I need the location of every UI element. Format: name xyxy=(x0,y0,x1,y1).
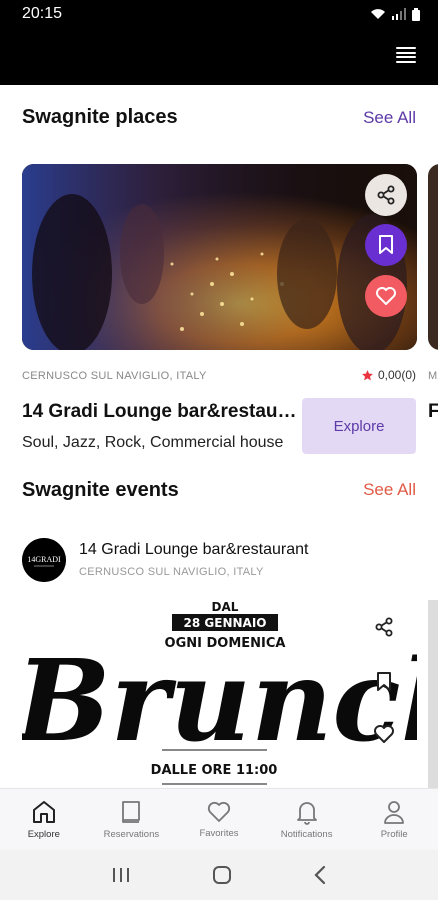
nav-favorites[interactable]: Favorites xyxy=(175,789,263,850)
next-event-poster[interactable] xyxy=(428,600,438,788)
nav-favorites-label: Favorites xyxy=(199,828,239,839)
places-section-title: Swagnite places xyxy=(22,106,178,128)
nav-reservations-label: Reservations xyxy=(103,829,160,840)
nav-explore[interactable]: Explore xyxy=(0,789,88,850)
heart-icon xyxy=(207,801,231,822)
poster-time: DALLE ORE 11:00 xyxy=(151,763,278,778)
share-icon xyxy=(375,617,393,637)
signal-icon xyxy=(392,8,406,20)
place-location: CERNUSCO SUL NAVIGLIO, ITALY xyxy=(22,370,207,382)
heart-icon xyxy=(374,725,394,743)
menu-line xyxy=(396,47,416,49)
bottom-navigation: Explore Reservations Favorites Notificat… xyxy=(0,788,438,850)
place-name[interactable]: 14 Gradi Lounge bar&restaurant xyxy=(22,401,302,423)
recent-apps-icon[interactable] xyxy=(111,866,131,884)
event-bookmark-button[interactable] xyxy=(367,665,401,699)
nav-profile-label: Profile xyxy=(380,829,408,840)
bookmark-icon xyxy=(379,235,393,254)
menu-line xyxy=(396,56,416,59)
heart-icon xyxy=(376,287,396,305)
party-photo xyxy=(22,164,417,350)
venue-avatar[interactable]: 14GRADI xyxy=(22,538,66,582)
status-time: 20:15 xyxy=(22,5,63,22)
favorite-button[interactable] xyxy=(365,275,407,317)
poster-headline: Brunch xyxy=(22,636,417,767)
poster-date: 28 GENNAIO xyxy=(184,616,267,630)
user-icon xyxy=(384,801,405,824)
explore-button[interactable]: Explore xyxy=(302,398,416,454)
next-place-card-image[interactable] xyxy=(428,164,438,350)
venue-logo: 14GRADI xyxy=(22,538,66,582)
next-place-name[interactable]: F xyxy=(428,401,438,423)
events-section-title: Swagnite events xyxy=(22,479,179,501)
nav-explore-label: Explore xyxy=(27,829,60,840)
bell-icon xyxy=(296,802,317,825)
brunch-poster: DAL 28 GENNAIO OGNI DOMENICA Brunch DALL… xyxy=(22,600,417,788)
nav-profile[interactable]: Profile xyxy=(350,789,438,850)
back-icon[interactable] xyxy=(313,865,327,885)
menu-line xyxy=(396,60,416,63)
app-top-bar xyxy=(0,28,438,85)
event-poster[interactable]: DAL 28 GENNAIO OGNI DOMENICA Brunch DALL… xyxy=(22,600,417,788)
place-rating: 0,00(0) xyxy=(361,368,416,382)
svg-text:14GRADI: 14GRADI xyxy=(27,555,61,564)
share-button[interactable] xyxy=(365,174,407,216)
status-icons xyxy=(370,7,420,21)
events-see-all-link[interactable]: See All xyxy=(363,480,416,500)
place-card-image[interactable] xyxy=(22,164,417,350)
event-favorite-button[interactable] xyxy=(367,717,401,751)
status-bar: 20:15 xyxy=(0,0,438,28)
home-button-icon[interactable] xyxy=(212,865,232,885)
menu-line xyxy=(396,51,416,54)
system-navigation-bar xyxy=(0,850,438,900)
book-icon xyxy=(122,801,141,823)
wifi-icon xyxy=(371,9,385,19)
nav-notifications[interactable]: Notifications xyxy=(263,789,351,850)
places-see-all-link[interactable]: See All xyxy=(363,108,416,128)
star-icon xyxy=(362,369,373,380)
event-venue-location: CERNUSCO SUL NAVIGLIO, ITALY xyxy=(79,566,264,578)
battery-icon xyxy=(412,7,420,21)
event-share-button[interactable] xyxy=(367,610,401,644)
menu-icon[interactable] xyxy=(396,47,416,63)
home-icon xyxy=(32,801,55,823)
place-genres: Soul, Jazz, Rock, Commercial house xyxy=(22,434,284,451)
rating-value: 0,00(0) xyxy=(377,368,416,382)
share-icon xyxy=(377,185,395,205)
next-place-location: M xyxy=(428,370,438,382)
poster-from: DAL xyxy=(212,600,239,614)
nav-reservations[interactable]: Reservations xyxy=(88,789,176,850)
bookmark-icon xyxy=(377,672,391,691)
event-venue-name[interactable]: 14 Gradi Lounge bar&restaurant xyxy=(79,541,308,559)
nav-notifications-label: Notifications xyxy=(280,829,333,840)
bookmark-button[interactable] xyxy=(365,224,407,266)
